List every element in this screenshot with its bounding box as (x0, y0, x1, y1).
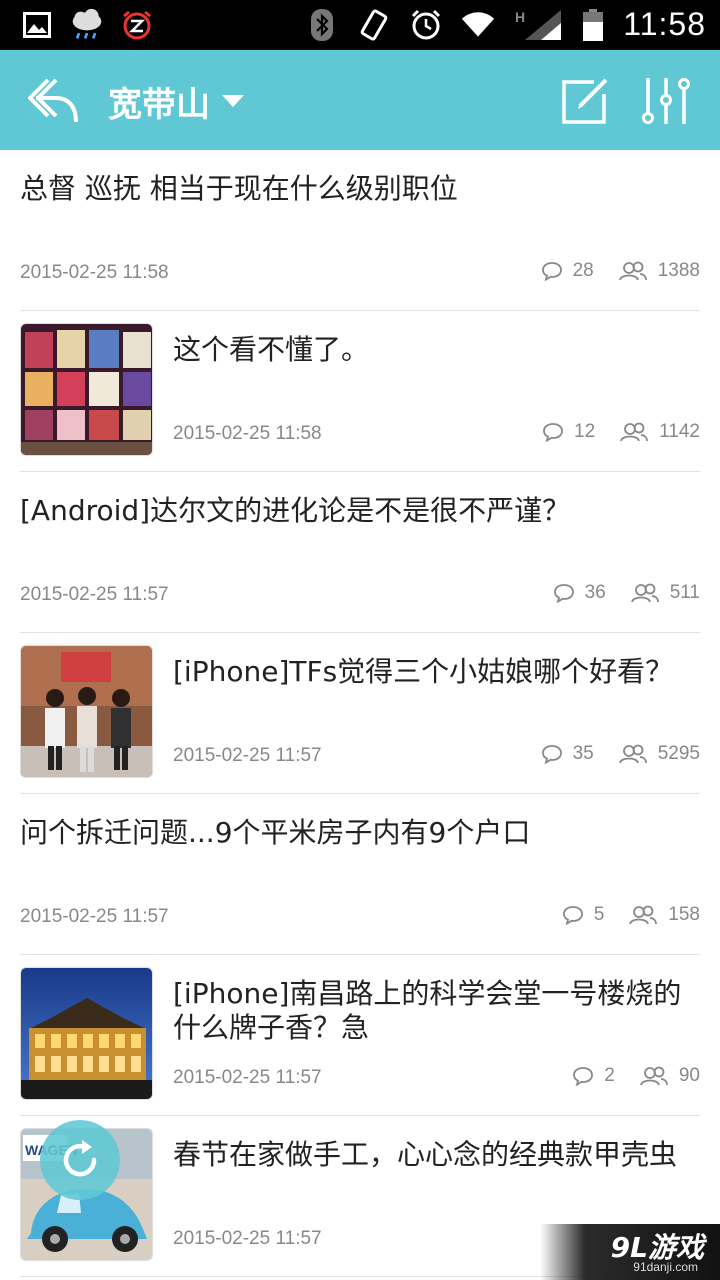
comment-count: 2 (604, 1065, 615, 1086)
post-title: [Android]达尔文的进化论是不是很不严谨？ (20, 494, 571, 527)
post-time: 2015-02-25 11:57 (20, 906, 169, 927)
post-time: 2015-02-25 11:58 (20, 262, 169, 283)
users-icon (629, 905, 658, 925)
bluetooth-icon (305, 8, 339, 42)
post-title: 问个拆迁问题...9个平米房子内有9个户口 (20, 816, 531, 849)
post-stats: 35 5295 (517, 743, 700, 765)
comment-count: 5 (593, 904, 605, 925)
post-thumbnail (20, 323, 153, 456)
wifi-icon (461, 8, 495, 42)
view-count: 5295 (657, 743, 700, 764)
post-item[interactable]: 问个拆迁问题...9个平米房子内有9个户口 2015-02-25 11:57 5… (20, 794, 700, 955)
status-time: 11:58 (623, 6, 706, 42)
post-item[interactable]: [iPhone]南昌路上的科学会堂一号楼烧的什么牌子香？急 2015-02-25… (20, 955, 700, 1116)
back-button[interactable] (26, 76, 80, 126)
post-list: 总督 巡抚 相当于现在什么级别职位 2015-02-25 11:58 28 13… (0, 150, 720, 1277)
view-count: 1388 (657, 260, 700, 281)
post-title: [iPhone]TFs觉得三个小姑娘哪个好看？ (173, 655, 674, 688)
post-time: 2015-02-25 11:57 (173, 1067, 322, 1088)
board-selector[interactable]: 宽带山 (108, 76, 244, 126)
post-title: 春节在家做手工，心心念的经典款甲壳虫 (173, 1138, 678, 1171)
post-thumbnail (20, 967, 153, 1100)
post-stats: 2 90 (548, 1065, 700, 1087)
post-item[interactable]: 总督 巡抚 相当于现在什么级别职位 2015-02-25 11:58 28 13… (20, 150, 700, 311)
view-count: 511 (669, 582, 700, 603)
post-item[interactable]: [Android]达尔文的进化论是不是很不严谨？ 2015-02-25 11:5… (20, 472, 700, 633)
post-title: 这个看不懂了。 (173, 333, 370, 366)
post-thumbnail (20, 645, 153, 778)
post-stats: 5 158 (538, 904, 700, 926)
view-count: 90 (678, 1065, 700, 1086)
page-title: 宽带山 (108, 84, 210, 125)
battery-icon (581, 8, 605, 42)
post-time: 2015-02-25 11:58 (173, 423, 322, 444)
watermark-url: 91danji.com (633, 1260, 698, 1274)
comment-count: 12 (574, 421, 596, 442)
users-icon (630, 583, 659, 603)
comment-icon (541, 745, 562, 764)
image-icon (20, 8, 54, 42)
alarm-clock-icon (409, 8, 443, 42)
comment-count: 35 (572, 743, 594, 764)
signal-h-icon: H (513, 8, 563, 42)
chevron-down-icon (222, 95, 244, 107)
post-time: 2015-02-25 11:57 (173, 1228, 322, 1249)
comment-icon (541, 262, 562, 281)
alarm-z-icon (120, 8, 154, 42)
compose-icon (562, 78, 608, 124)
view-count: 158 (668, 904, 700, 925)
post-time: 2015-02-25 11:57 (173, 745, 322, 766)
post-title: [iPhone]南昌路上的科学会堂一号楼烧的什么牌子香？急 (173, 977, 682, 1044)
svg-text:H: H (515, 9, 525, 25)
comment-count: 36 (584, 582, 606, 603)
users-icon (618, 744, 647, 764)
watermark: 9L游戏 91danji.com (540, 1224, 720, 1280)
refresh-button[interactable] (40, 1120, 120, 1200)
compose-button[interactable] (560, 76, 612, 126)
view-count: 1142 (659, 421, 700, 442)
post-stats: 36 511 (529, 582, 700, 604)
comment-count: 28 (572, 260, 594, 281)
status-bar: H 11:58 (0, 0, 720, 50)
comment-icon (562, 906, 583, 925)
comment-icon (573, 1067, 594, 1086)
post-item[interactable]: 这个看不懂了。 2015-02-25 11:58 12 1142 (20, 311, 700, 472)
users-icon (618, 261, 647, 281)
post-stats: 28 1388 (517, 260, 700, 282)
post-stats: 12 1142 (518, 421, 700, 443)
users-icon (620, 422, 649, 442)
post-title: 总督 巡抚 相当于现在什么级别职位 (20, 172, 458, 205)
comment-icon (553, 584, 574, 603)
filter-sliders-icon (642, 78, 690, 124)
refresh-icon (63, 1140, 97, 1177)
comment-icon (543, 423, 563, 442)
users-icon (639, 1066, 668, 1086)
vibrate-icon (357, 8, 391, 42)
back-arrow-icon (28, 78, 78, 123)
post-time: 2015-02-25 11:57 (20, 584, 169, 605)
post-item[interactable]: [iPhone]TFs觉得三个小姑娘哪个好看？ 2015-02-25 11:57… (20, 633, 700, 794)
filter-button[interactable] (640, 74, 692, 128)
weather-rain-icon (70, 8, 104, 42)
app-header: 宽带山 (0, 50, 720, 150)
